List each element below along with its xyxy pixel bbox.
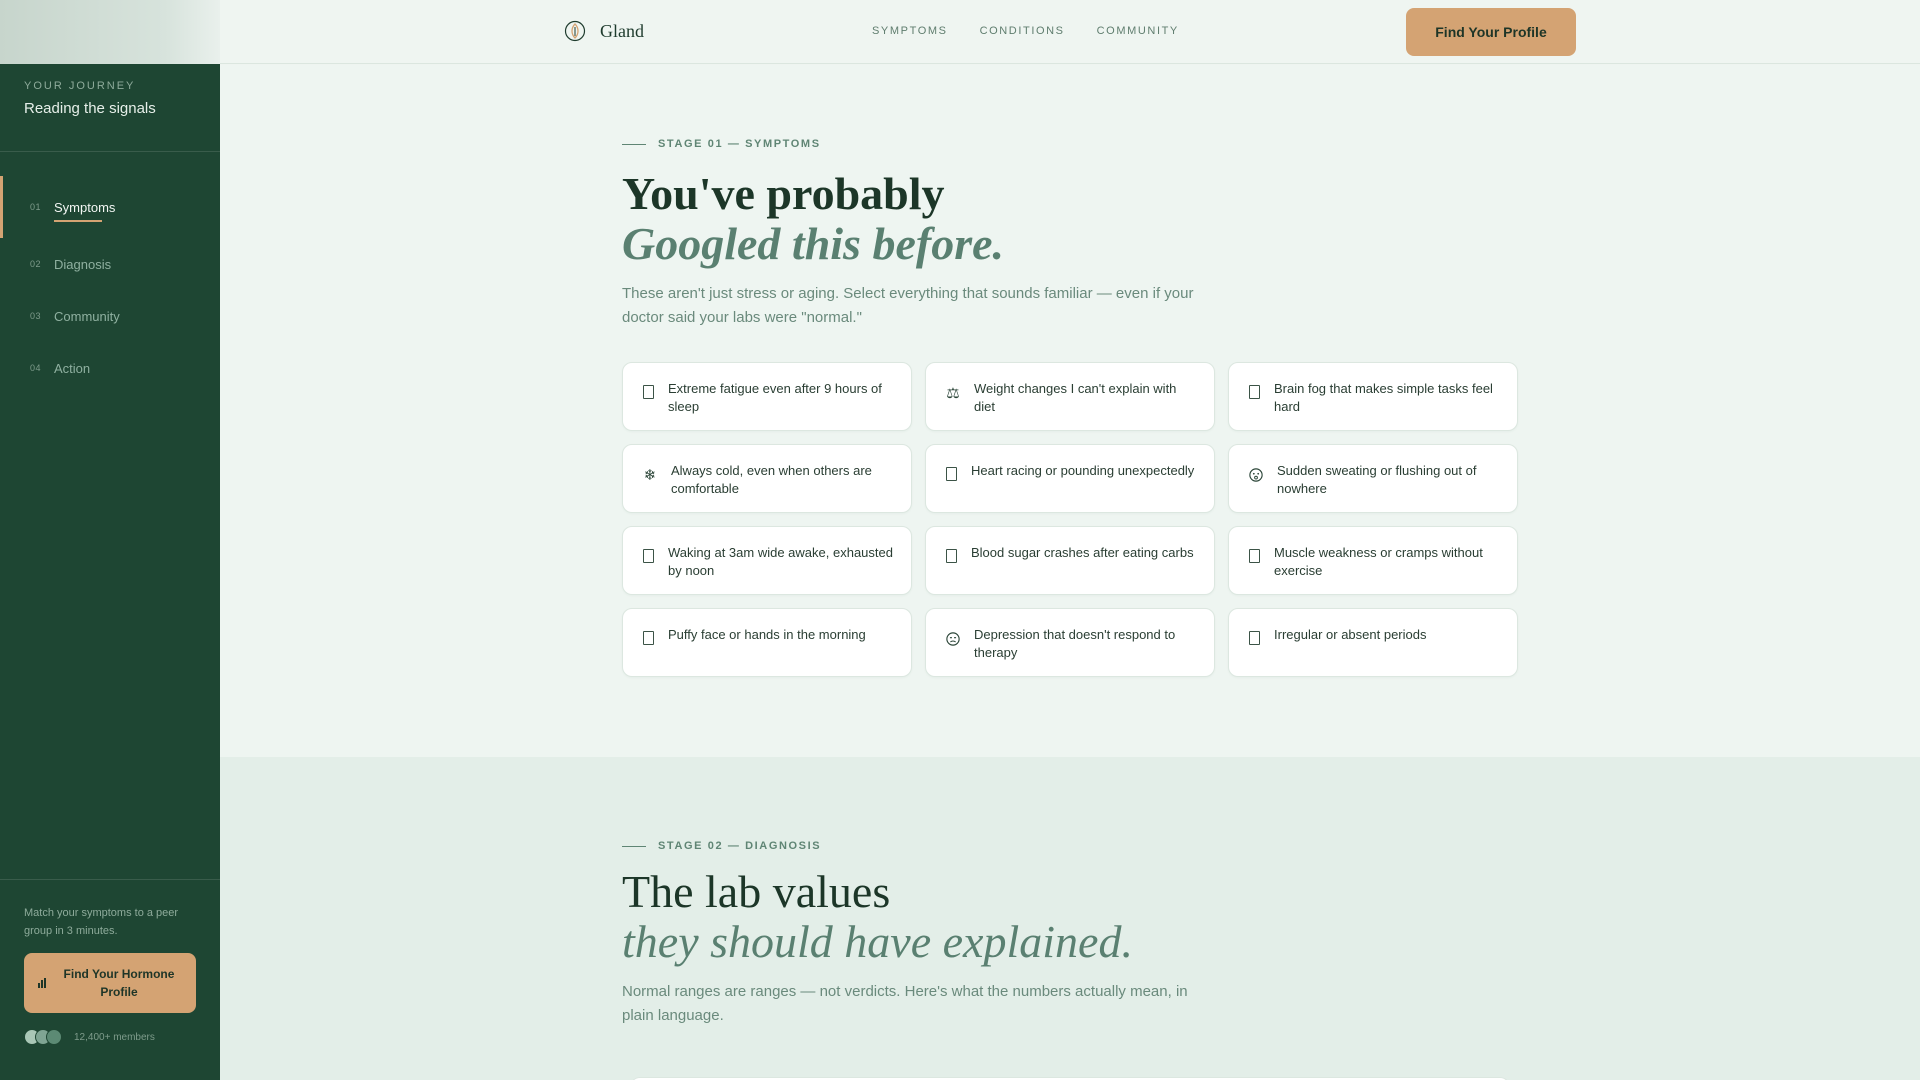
- nav-link-community[interactable]: COMMUNITY: [1097, 25, 1179, 37]
- symptom-text: Always cold, even when others are comfor…: [671, 463, 872, 496]
- symptom-card[interactable]: ❄ Always cold, even when others are comf…: [622, 444, 912, 513]
- sidebar-item-diagnosis[interactable]: 02 Diagnosis: [0, 238, 220, 290]
- symptom-text: Muscle weakness or cramps without exerci…: [1274, 545, 1483, 578]
- checkbox-icon: [1249, 631, 1260, 645]
- sidebar-item-number: 03: [30, 311, 42, 321]
- journey-title: Reading the signals: [24, 100, 156, 117]
- sidebar-item-label: Action: [54, 360, 91, 376]
- symptom-card[interactable]: Sudden sweating or flushing out of nowhe…: [1228, 444, 1518, 513]
- sidebar-header-strip: [0, 0, 220, 64]
- symptom-card[interactable]: Muscle weakness or cramps without exerci…: [1228, 526, 1518, 595]
- symptom-text: Irregular or absent periods: [1274, 627, 1427, 642]
- stage2-title-main: The lab values: [622, 866, 891, 917]
- stage-diagnosis-section: STAGE 02 — DIAGNOSIS The lab values they…: [220, 757, 1920, 1080]
- sidebar-item-symptoms[interactable]: 01 Symptoms: [0, 176, 220, 238]
- symptom-text: Brain fog that makes simple tasks feel h…: [1274, 381, 1493, 414]
- stage2-title-emphasis: they should have explained.: [622, 916, 1133, 967]
- brand-name: Gland: [600, 20, 644, 41]
- snowflake-icon: ❄: [643, 467, 657, 484]
- symptom-text: Depression that doesn't respond to thera…: [974, 627, 1176, 660]
- symptom-card[interactable]: Heart racing or pounding unexpectedly: [925, 444, 1215, 513]
- nav-link-symptoms[interactable]: SYMPTOMS: [872, 25, 948, 37]
- find-hormone-profile-label: Find Your Hormone Profile: [63, 967, 175, 999]
- symptom-text: Sudden sweating or flushing out of nowhe…: [1277, 463, 1477, 496]
- checkbox-icon: [946, 549, 957, 563]
- checkbox-icon: [1249, 385, 1260, 399]
- checkbox-icon: [643, 549, 654, 563]
- stage2-kicker-text: STAGE 02 — DIAGNOSIS: [658, 840, 822, 852]
- sidebar-item-label: Diagnosis: [54, 256, 112, 272]
- symptom-card[interactable]: Irregular or absent periods: [1228, 608, 1518, 677]
- symptom-text: Puffy face or hands in the morning: [668, 627, 866, 642]
- stage-symptoms-section: STAGE 01 — SYMPTOMS You've probably Goog…: [220, 65, 1920, 757]
- checkbox-icon: [946, 467, 957, 481]
- symptom-card[interactable]: Depression that doesn't respond to thera…: [925, 608, 1215, 677]
- sidebar-note: Match your symptoms to a peer group in 3…: [24, 907, 179, 937]
- members-row: 12,400+ members: [24, 1029, 196, 1045]
- checkbox-icon: [643, 631, 654, 645]
- symptom-card[interactable]: Blood sugar crashes after eating carbs: [925, 526, 1215, 595]
- stage1-kicker: STAGE 01 — SYMPTOMS: [622, 138, 821, 150]
- stage2-lede: Normal ranges are ranges — not verdicts.…: [622, 983, 1188, 1024]
- symptom-card[interactable]: Brain fog that makes simple tasks feel h…: [1228, 362, 1518, 431]
- symptom-text: Waking at 3am wide awake, exhausted by n…: [668, 545, 893, 578]
- gland-logo-icon: [564, 20, 586, 42]
- sad-face-icon: [946, 631, 960, 647]
- symptom-text: Weight changes I can't explain with diet: [974, 381, 1177, 414]
- symptom-card[interactable]: ⚖ Weight changes I can't explain with di…: [925, 362, 1215, 431]
- sidebar: YOUR JOURNEY Reading the signals 01 Symp…: [0, 0, 220, 1080]
- checkbox-icon: [1249, 549, 1260, 563]
- top-header: Gland SYMPTOMS CONDITIONS COMMUNITY Find…: [220, 0, 1920, 64]
- sidebar-item-number: 04: [30, 363, 42, 373]
- top-nav: SYMPTOMS CONDITIONS COMMUNITY: [872, 25, 1179, 37]
- stage1-title: You've probably Googled this before.: [622, 169, 1004, 269]
- stage2-kicker: STAGE 02 — DIAGNOSIS: [622, 840, 821, 852]
- stage1-lede: These aren't just stress or aging. Selec…: [622, 285, 1194, 326]
- symptom-card[interactable]: Waking at 3am wide awake, exhausted by n…: [622, 526, 912, 595]
- sidebar-footer: Match your symptoms to a peer group in 3…: [24, 904, 196, 1045]
- kicker-line: [622, 845, 646, 847]
- brand[interactable]: Gland: [564, 20, 644, 42]
- symptom-text: Heart racing or pounding unexpectedly: [971, 463, 1195, 478]
- stage2-title: The lab values they should have explaine…: [622, 867, 1133, 967]
- sidebar-item-label: Symptoms: [54, 199, 116, 215]
- symptom-text: Blood sugar crashes after eating carbs: [971, 545, 1194, 560]
- kicker-line: [622, 143, 646, 145]
- stage1-title-main: You've probably: [622, 168, 945, 219]
- stage1-title-emphasis: Googled this before.: [622, 218, 1005, 269]
- stage1-kicker-text: STAGE 01 — SYMPTOMS: [658, 138, 821, 150]
- member-avatars: [24, 1029, 62, 1045]
- checkbox-icon: [643, 385, 654, 399]
- sidebar-divider: [0, 151, 220, 152]
- symptom-grid: Extreme fatigue even after 9 hours of sl…: [622, 362, 1518, 677]
- symptom-text: Extreme fatigue even after 9 hours of sl…: [668, 381, 882, 414]
- sidebar-item-number: 02: [30, 259, 42, 269]
- symptom-card[interactable]: Puffy face or hands in the morning: [622, 608, 912, 677]
- sidebar-footer-divider: [0, 879, 220, 880]
- avatar: [46, 1029, 62, 1045]
- flushed-face-icon: [1249, 467, 1263, 483]
- active-underline: [54, 220, 102, 222]
- sidebar-item-community[interactable]: 03 Community: [0, 290, 220, 342]
- sidebar-item-action[interactable]: 04 Action: [0, 342, 220, 394]
- find-hormone-profile-button[interactable]: Find Your Hormone Profile: [24, 953, 196, 1013]
- scale-icon: ⚖: [946, 385, 960, 402]
- journey-header: YOUR JOURNEY Reading the signals: [24, 80, 196, 117]
- symptom-card[interactable]: Extreme fatigue even after 9 hours of sl…: [622, 362, 912, 431]
- nav-link-conditions[interactable]: CONDITIONS: [980, 25, 1065, 37]
- bar-chart-icon: [38, 978, 46, 988]
- sidebar-nav: 01 Symptoms 02 Diagnosis 03 Community 04…: [0, 176, 220, 394]
- journey-kicker: YOUR JOURNEY: [24, 80, 136, 92]
- find-profile-button[interactable]: Find Your Profile: [1406, 8, 1576, 56]
- members-count: 12,400+ members: [74, 1031, 155, 1043]
- sidebar-item-label: Community: [54, 308, 120, 324]
- sidebar-item-number: 01: [30, 202, 42, 212]
